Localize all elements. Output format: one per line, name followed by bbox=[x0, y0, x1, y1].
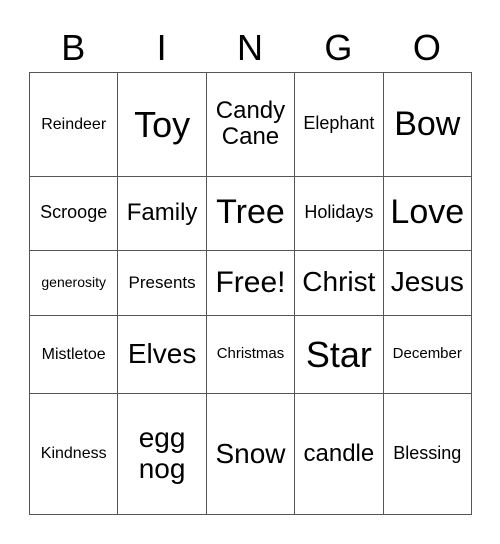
grid-row: generosity Presents Free! Christ Jesus bbox=[28, 249, 473, 317]
bingo-cell[interactable]: December bbox=[382, 315, 473, 395]
bingo-cell[interactable]: egg nog bbox=[117, 393, 207, 515]
bingo-cell[interactable]: Reindeer bbox=[28, 72, 119, 177]
bingo-header: B I N G O bbox=[29, 26, 471, 70]
bingo-cell[interactable]: Holidays bbox=[294, 175, 384, 251]
bingo-cell[interactable]: Blessing bbox=[382, 393, 473, 515]
bingo-cell[interactable]: Bow bbox=[382, 72, 473, 177]
header-letter-o: O bbox=[412, 27, 441, 68]
bingo-cell[interactable]: Scrooge bbox=[28, 175, 119, 251]
bingo-cell[interactable]: generosity bbox=[28, 249, 119, 317]
bingo-cell[interactable]: Elephant bbox=[294, 72, 384, 177]
bingo-cell[interactable]: Candy Cane bbox=[205, 72, 296, 177]
grid-row: Mistletoe Elves Christmas Star December bbox=[28, 315, 473, 395]
header-letter-i: I bbox=[156, 27, 167, 68]
bingo-cell[interactable]: Free! bbox=[205, 249, 296, 317]
header-letter-b: B bbox=[61, 27, 86, 68]
bingo-cell[interactable]: Elves bbox=[117, 315, 207, 395]
bingo-cell[interactable]: Christmas bbox=[205, 315, 296, 395]
bingo-cell[interactable]: Snow bbox=[205, 393, 296, 515]
bingo-cell[interactable]: Family bbox=[117, 175, 207, 251]
bingo-cell[interactable]: candle bbox=[294, 393, 384, 515]
bingo-grid: Reindeer Toy Candy Cane Elephant Bow Scrooge F… bbox=[28, 72, 473, 515]
grid-row: Kindness egg nog Snow candle Blessing bbox=[28, 393, 473, 515]
grid-row: Scrooge Family Tree Holidays Love bbox=[28, 175, 473, 251]
bingo-cell[interactable]: Toy bbox=[117, 72, 207, 177]
grid-row: Reindeer Toy Candy Cane Elephant Bow bbox=[28, 72, 473, 177]
bingo-cell[interactable]: Mistletoe bbox=[28, 315, 119, 395]
bingo-cell[interactable]: Love bbox=[382, 175, 473, 251]
bingo-cell[interactable]: Tree bbox=[205, 175, 296, 251]
bingo-cell[interactable]: Star bbox=[294, 315, 384, 395]
bingo-cell[interactable]: Presents bbox=[117, 249, 207, 317]
bingo-cell[interactable]: Christ bbox=[294, 249, 384, 317]
bingo-cell[interactable]: Jesus bbox=[382, 249, 473, 317]
header-letter-n: N bbox=[237, 27, 264, 68]
bingo-cell[interactable]: Kindness bbox=[28, 393, 119, 515]
header-letter-g: G bbox=[324, 27, 353, 68]
